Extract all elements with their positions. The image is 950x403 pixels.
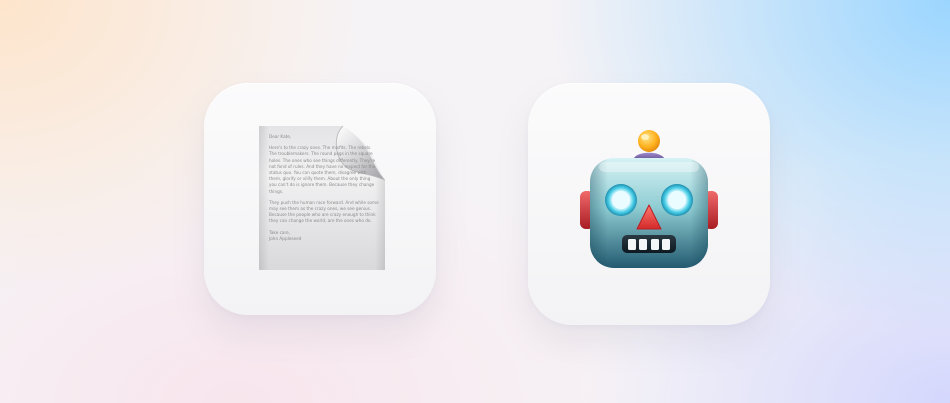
robot-icon-tile[interactable]	[528, 83, 770, 325]
robot-face-icon	[577, 125, 721, 275]
document-icon-tile[interactable]: Dear Kate, Here's to the crazy ones. The…	[204, 83, 436, 315]
letter-greeting: Dear Kate,	[269, 134, 292, 139]
document-icon: Dear Kate, Here's to the crazy ones. The…	[259, 126, 385, 270]
letter-signature: John Appleseed	[269, 235, 302, 241]
letter-paragraph-2: They push the human race forward. And wh…	[269, 199, 379, 224]
letter-paragraph-1: Here's to the crazy ones. The misfits. T…	[269, 145, 376, 194]
document-letter-text: Dear Kate, Here's to the crazy ones. The…	[269, 134, 379, 247]
